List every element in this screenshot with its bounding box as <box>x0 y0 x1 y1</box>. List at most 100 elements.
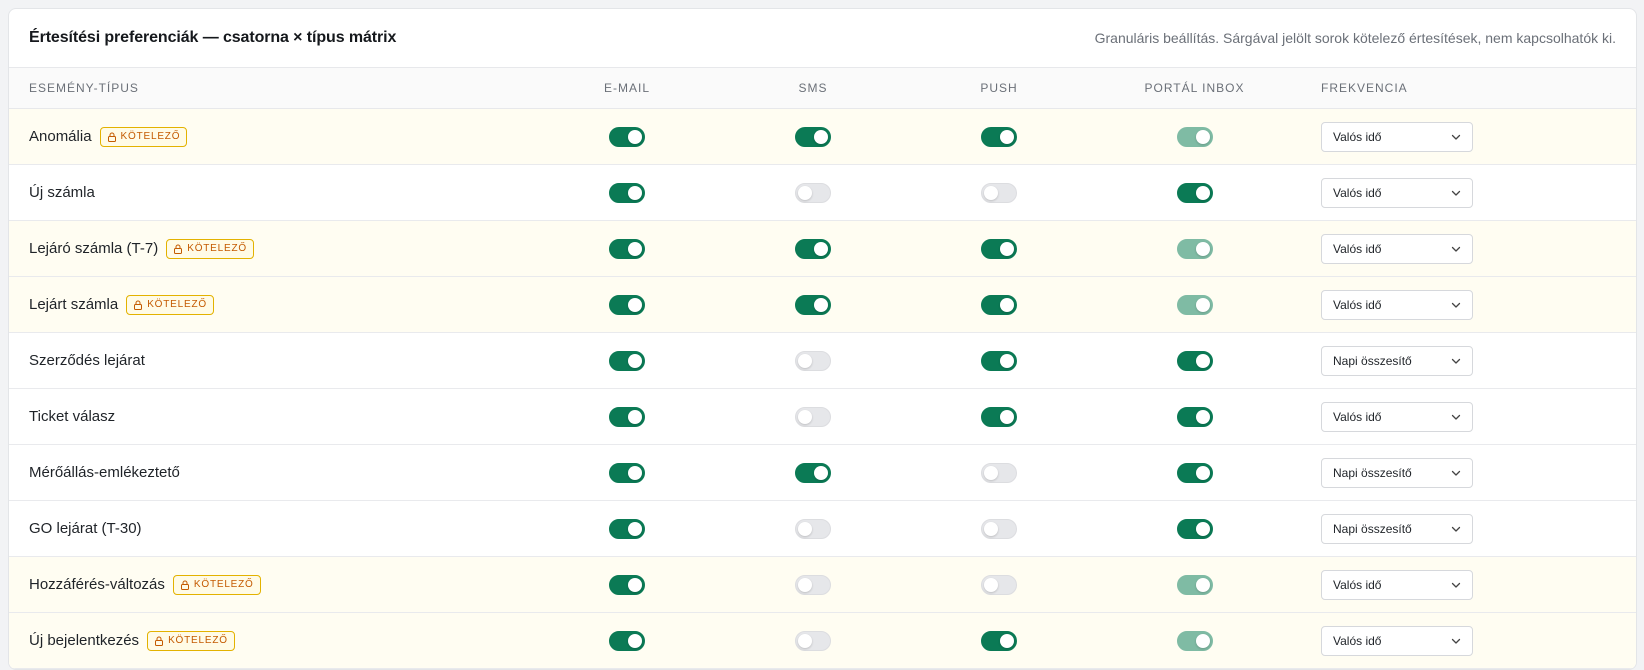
inbox-toggle[interactable] <box>1176 462 1213 483</box>
frequency-value: Valós idő <box>1333 185 1382 200</box>
table-row: Ticket válasz Valós idő <box>9 389 1636 445</box>
lock-icon <box>174 244 183 254</box>
sms-toggle[interactable] <box>795 462 831 483</box>
frequency-value: Valós idő <box>1333 297 1382 312</box>
column-header-push: PUSH <box>980 81 1018 95</box>
sms-toggle[interactable] <box>795 406 831 427</box>
notification-preferences-card: Értesítési preferenciák — csatorna × típ… <box>8 8 1637 670</box>
inbox-toggle[interactable] <box>1176 406 1213 427</box>
toggle-knob <box>628 185 642 200</box>
sms-toggle[interactable] <box>795 182 831 203</box>
sms-toggle[interactable] <box>795 518 831 539</box>
toggle-knob <box>1195 241 1210 256</box>
email-cell <box>534 294 720 315</box>
table-row: Új bejelentkezés KÖTELEZŐ Valós idő <box>9 613 1636 669</box>
frequency-cell: Napi összesítő <box>1297 513 1473 544</box>
frequency-select[interactable]: Valós idő <box>1321 625 1473 656</box>
event-type-label: Mérőállás-emlékeztető <box>29 464 180 481</box>
event-type-label: Új számla <box>29 184 95 201</box>
email-toggle[interactable] <box>609 518 645 539</box>
push-toggle[interactable] <box>981 126 1017 147</box>
email-toggle[interactable] <box>609 182 645 203</box>
email-toggle[interactable] <box>609 406 645 427</box>
sms-toggle[interactable] <box>795 238 831 259</box>
frequency-select[interactable]: Valós idő <box>1321 401 1473 432</box>
toggle-knob <box>1195 129 1210 144</box>
inbox-cell <box>1092 462 1297 483</box>
table-row: Új számla Valós idő <box>9 165 1636 221</box>
lock-icon <box>134 300 143 310</box>
push-toggle[interactable] <box>981 462 1017 483</box>
frequency-value: Napi összesítő <box>1333 353 1412 368</box>
sms-toggle[interactable] <box>795 126 831 147</box>
toggle-knob <box>798 633 812 648</box>
email-toggle[interactable] <box>609 574 645 595</box>
frequency-select[interactable]: Valós idő <box>1321 177 1473 208</box>
push-toggle[interactable] <box>981 182 1017 203</box>
push-toggle[interactable] <box>981 630 1017 651</box>
sms-toggle[interactable] <box>795 350 831 371</box>
frequency-select[interactable]: Valós idő <box>1321 569 1473 600</box>
email-toggle[interactable] <box>609 462 645 483</box>
push-toggle[interactable] <box>981 518 1017 539</box>
table-body: Anomália KÖTELEZŐ Valós idő Új számla Va… <box>9 109 1636 669</box>
push-toggle[interactable] <box>981 574 1017 595</box>
frequency-select[interactable]: Valós idő <box>1321 233 1473 264</box>
mandatory-badge-label: KÖTELEZŐ <box>193 579 254 590</box>
toggle-knob <box>1195 521 1210 536</box>
inbox-toggle[interactable] <box>1176 182 1213 203</box>
event-type-cell: Új bejelentkezés KÖTELEZŐ <box>9 630 534 651</box>
inbox-toggle[interactable] <box>1176 350 1213 371</box>
table-row: Hozzáférés-változás KÖTELEZŐ Valós idő <box>9 557 1636 613</box>
push-cell <box>906 630 1092 651</box>
toggle-knob <box>628 353 642 368</box>
push-toggle[interactable] <box>981 350 1017 371</box>
sms-toggle[interactable] <box>795 294 831 315</box>
sms-toggle[interactable] <box>795 574 831 595</box>
email-toggle[interactable] <box>609 126 645 147</box>
frequency-select[interactable]: Napi összesítő <box>1321 457 1473 488</box>
frequency-value: Valós idő <box>1333 633 1382 648</box>
frequency-select[interactable]: Napi összesítő <box>1321 345 1473 376</box>
chevron-down-icon <box>1451 358 1461 364</box>
inbox-toggle[interactable] <box>1176 518 1213 539</box>
event-type-cell: Mérőállás-emlékeztető <box>9 464 534 481</box>
event-type-label: Anomália <box>29 128 92 145</box>
push-cell <box>906 518 1092 539</box>
frequency-select[interactable]: Napi összesítő <box>1321 513 1473 544</box>
email-toggle[interactable] <box>609 630 645 651</box>
mandatory-badge: KÖTELEZŐ <box>126 294 214 315</box>
email-toggle[interactable] <box>609 238 645 259</box>
sms-cell <box>720 294 906 315</box>
chevron-down-icon <box>1451 638 1461 644</box>
frequency-select[interactable]: Valós idő <box>1321 121 1473 152</box>
toggle-knob <box>628 577 642 592</box>
toggle-knob <box>1195 185 1210 200</box>
email-toggle[interactable] <box>609 294 645 315</box>
push-toggle[interactable] <box>981 294 1017 315</box>
toggle-knob <box>628 633 642 648</box>
frequency-select[interactable]: Valós idő <box>1321 289 1473 320</box>
push-cell <box>906 350 1092 371</box>
sms-toggle[interactable] <box>795 630 831 651</box>
push-cell <box>906 406 1092 427</box>
event-type-label: Szerződés lejárat <box>29 352 145 369</box>
toggle-knob <box>1195 465 1210 480</box>
mandatory-badge-label: KÖTELEZŐ <box>147 299 207 310</box>
table-header: ESEMÉNY-TÍPUS E-MAIL SMS PUSH PORTÁL INB… <box>9 68 1636 109</box>
toggle-knob <box>628 465 642 480</box>
table-row: Lejáró számla (T-7) KÖTELEZŐ Valós idő <box>9 221 1636 277</box>
toggle-knob <box>1000 129 1014 144</box>
toggle-knob <box>984 577 998 592</box>
sms-cell <box>720 126 906 147</box>
event-type-label: Új bejelentkezés <box>29 632 140 649</box>
toggle-knob <box>798 521 812 536</box>
email-toggle[interactable] <box>609 350 645 371</box>
event-type-cell: Lejárt számla KÖTELEZŐ <box>9 294 534 315</box>
card-header: Értesítési preferenciák — csatorna × típ… <box>9 9 1636 68</box>
frequency-value: Valós idő <box>1333 409 1382 424</box>
push-toggle[interactable] <box>981 238 1017 259</box>
push-toggle[interactable] <box>981 406 1017 427</box>
column-header-type: ESEMÉNY-TÍPUS <box>29 81 139 95</box>
event-type-label: GO lejárat (T-30) <box>29 520 142 537</box>
